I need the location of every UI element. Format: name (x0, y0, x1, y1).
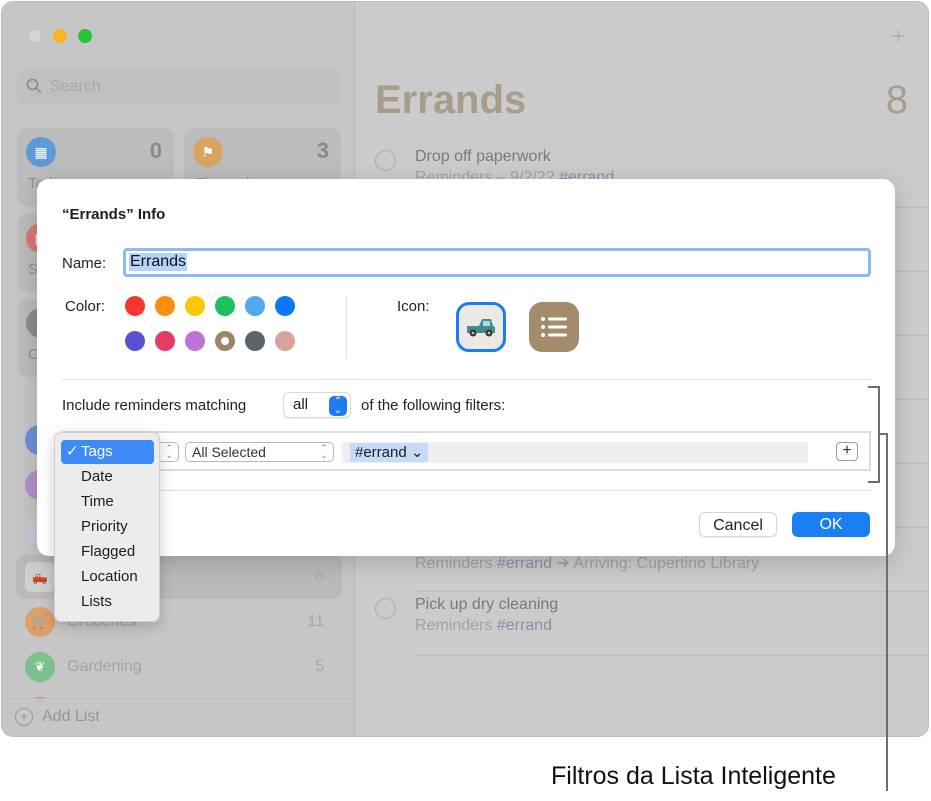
close-window-button[interactable] (28, 29, 42, 43)
color-swatch[interactable] (275, 331, 295, 351)
sidebar-list-gardening[interactable]: ❦ Gardening 5 (16, 645, 342, 689)
tag-token-field[interactable]: #errand ⌄ (342, 442, 808, 463)
dialog-title: “Errands” Info (62, 206, 166, 223)
color-swatch[interactable] (155, 296, 175, 316)
name-label: Name: (62, 255, 107, 272)
color-swatch[interactable] (215, 296, 235, 316)
filter-row: ⌃ ⌄ All Selected ⌃ ⌄ #errand ⌄ + (62, 431, 871, 471)
tag-chip-errand[interactable]: #errand ⌄ (350, 443, 429, 462)
list-name: Gardening (67, 658, 142, 675)
color-swatch[interactable] (155, 331, 175, 351)
menu-item-priority[interactable]: Priority (61, 515, 154, 539)
ok-button[interactable]: OK (792, 512, 870, 537)
filter-type-select[interactable]: ⌃ ⌄ (157, 442, 179, 462)
color-label: Color: (65, 298, 106, 315)
flag-icon: ⚑ (193, 137, 223, 167)
name-input[interactable]: Errands (123, 248, 871, 277)
divider (62, 379, 871, 380)
plus-circle-icon: + (15, 708, 33, 726)
minimize-window-button[interactable] (53, 29, 67, 43)
complete-checkbox[interactable] (375, 598, 396, 619)
up-down-chevron-icon: ⌃ ⌄ (320, 443, 328, 460)
divider (346, 296, 347, 358)
calendar-icon: ▦ (26, 137, 56, 167)
add-list-button[interactable]: + Add List (2, 698, 354, 736)
color-swatch[interactable] (215, 331, 235, 351)
callout-bracket (868, 386, 880, 483)
truck-icon (467, 319, 495, 337)
filter-type-menu: ✓ Tags Date Time Priority Flagged Locati… (54, 432, 160, 622)
reminder-subtitle: Reminders #errand ➔ Arriving: Cupertino … (415, 555, 760, 572)
add-reminder-button[interactable]: + (891, 21, 906, 52)
match-mode-value: all (293, 396, 309, 413)
search-icon (26, 78, 42, 94)
list-count: 5 (315, 658, 324, 675)
complete-checkbox[interactable] (375, 150, 396, 171)
filter-condition-select[interactable]: All Selected ⌃ ⌄ (185, 442, 334, 462)
list-title: Errands (375, 78, 527, 122)
icon-label: Icon: (397, 298, 430, 315)
divider (62, 490, 871, 491)
search-field[interactable]: Search (17, 69, 341, 104)
color-swatch[interactable] (125, 331, 145, 351)
zoom-window-button[interactable] (78, 29, 92, 43)
menu-item-date[interactable]: Date (61, 465, 154, 489)
color-swatch[interactable] (185, 296, 205, 316)
color-swatch[interactable] (125, 296, 145, 316)
list-info-dialog: “Errands” Info Name: Errands Color: Icon… (37, 179, 895, 556)
menu-item-lists[interactable]: Lists (61, 590, 154, 614)
leaf-icon: ❦ (25, 652, 55, 682)
callout-leader (886, 433, 888, 791)
reminder-title: Drop off paperwork (415, 148, 551, 165)
match-suffix-label: of the following filters: (361, 397, 506, 414)
filter-condition-value: All Selected (192, 444, 266, 460)
up-down-chevron-icon: ⌃ ⌄ (165, 443, 173, 460)
menu-item-tags[interactable]: ✓ Tags (61, 440, 154, 464)
add-list-label: Add List (42, 708, 100, 725)
reminder-title: Pick up dry cleaning (415, 596, 559, 613)
icon-option-truck[interactable] (456, 302, 506, 352)
reminder-subtitle: Reminders #errand (415, 617, 552, 634)
flagged-count: 3 (316, 138, 329, 163)
match-prefix-label: Include reminders matching (62, 397, 247, 414)
list-bullet-icon (541, 317, 567, 337)
cart-icon: 🛒 (25, 607, 55, 637)
cancel-button[interactable]: Cancel (699, 512, 777, 537)
name-value: Errands (129, 253, 188, 271)
menu-item-flagged[interactable]: Flagged (61, 540, 154, 564)
color-swatch[interactable] (275, 296, 295, 316)
checkmark-icon: ✓ (66, 443, 79, 460)
callout-label: Filtros da Lista Inteligente (551, 762, 836, 790)
truck-icon: 🛻 (25, 562, 55, 592)
add-filter-button[interactable]: + (836, 442, 858, 461)
color-swatch[interactable] (245, 331, 265, 351)
color-swatch[interactable] (185, 331, 205, 351)
reminder-row[interactable]: Pick up dry cleaning Reminders #errand (375, 592, 928, 656)
list-count: 11 (307, 613, 324, 630)
today-count: 0 (149, 138, 162, 163)
menu-item-time[interactable]: Time (61, 490, 154, 514)
match-mode-select[interactable]: all ⌃ ⌄ (283, 392, 351, 418)
color-swatch[interactable] (245, 296, 265, 316)
list-count: 8 (315, 568, 324, 585)
list-count: 8 (885, 78, 908, 122)
up-down-chevron-icon: ⌃ ⌄ (329, 396, 347, 416)
search-placeholder: Search (50, 78, 101, 95)
icon-option-list[interactable] (529, 302, 579, 352)
menu-item-location[interactable]: Location (61, 565, 154, 589)
